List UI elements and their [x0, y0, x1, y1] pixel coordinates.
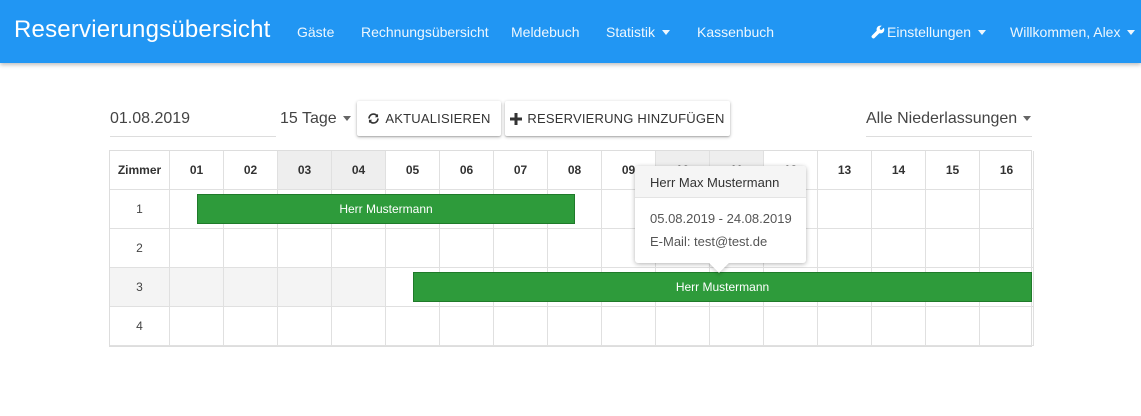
add-reservation-label: RESERVIERUNG HINZUFÜGEN	[527, 111, 725, 126]
user-menu[interactable]: Willkommen, Alex	[1010, 24, 1136, 40]
room-column-header: Zimmer	[110, 151, 170, 190]
chevron-down-icon	[662, 30, 671, 35]
chevron-down-icon	[1127, 30, 1136, 35]
tooltip-dates: 05.08.2019 - 24.08.2019	[650, 211, 792, 226]
branch-select[interactable]: Alle Niederlassungen	[866, 101, 1032, 137]
day-column-header: 02	[224, 151, 278, 190]
day-column-header: 01	[170, 151, 224, 190]
day-slot[interactable]	[656, 307, 710, 346]
user-menu-label: Willkommen, Alex	[1010, 24, 1121, 40]
day-slot[interactable]	[764, 307, 818, 346]
day-slot[interactable]	[386, 307, 440, 346]
day-slot[interactable]	[170, 229, 224, 268]
reservation-grid: Zimmer0102030405060708091011121314151612…	[109, 150, 1034, 347]
tooltip-email: E-Mail: test@test.de	[650, 234, 768, 249]
nav-item-rechnungsuebersicht[interactable]: Rechnungsübersicht	[361, 24, 489, 40]
day-slot[interactable]	[494, 307, 548, 346]
day-column-header: 05	[386, 151, 440, 190]
day-slot[interactable]	[548, 229, 602, 268]
day-slot[interactable]	[170, 307, 224, 346]
app-title[interactable]: Reservierungsübersicht	[14, 16, 271, 44]
day-slot[interactable]	[494, 229, 548, 268]
booking-bar[interactable]: Herr Mustermann	[197, 194, 575, 224]
room-row-label: 2	[110, 229, 170, 268]
day-slot[interactable]	[926, 229, 980, 268]
day-slot[interactable]	[818, 190, 872, 229]
day-slot[interactable]	[278, 229, 332, 268]
wrench-icon	[871, 25, 885, 39]
day-column-header: 03	[278, 151, 332, 190]
days-range-value: 15 Tage	[280, 110, 337, 127]
day-slot[interactable]	[980, 307, 1034, 346]
day-slot[interactable]	[278, 268, 332, 307]
add-reservation-button[interactable]: RESERVIERUNG HINZUFÜGEN	[505, 101, 730, 136]
day-slot[interactable]	[224, 307, 278, 346]
day-column-header: 13	[818, 151, 872, 190]
nav-item-kassenbuch[interactable]: Kassenbuch	[697, 24, 774, 40]
day-slot[interactable]	[926, 307, 980, 346]
day-column-header: 15	[926, 151, 980, 190]
day-slot[interactable]	[440, 229, 494, 268]
room-row-label: 1	[110, 190, 170, 229]
chevron-down-icon	[342, 116, 351, 121]
chevron-down-icon	[1023, 116, 1032, 121]
day-slot[interactable]	[224, 229, 278, 268]
nav-item-meldebuch[interactable]: Meldebuch	[511, 24, 580, 40]
day-slot[interactable]	[386, 229, 440, 268]
day-slot[interactable]	[170, 268, 224, 307]
day-slot[interactable]	[332, 307, 386, 346]
day-slot[interactable]	[224, 268, 278, 307]
day-slot[interactable]	[332, 268, 386, 307]
refresh-button[interactable]: AKTUALISIEREN	[357, 101, 501, 136]
branch-select-value: Alle Niederlassungen	[866, 110, 1018, 127]
day-slot[interactable]	[980, 229, 1034, 268]
day-slot[interactable]	[872, 190, 926, 229]
room-row-label: 3	[110, 268, 170, 307]
top-navbar: Reservierungsübersicht Gäste Rechnungsüb…	[0, 0, 1141, 63]
nav-item-einstellungen[interactable]: Einstellungen	[871, 24, 987, 40]
day-slot[interactable]	[602, 307, 656, 346]
day-slot[interactable]	[926, 190, 980, 229]
day-slot[interactable]	[278, 307, 332, 346]
day-slot[interactable]	[440, 307, 494, 346]
nav-item-einstellungen-label: Einstellungen	[887, 24, 972, 40]
day-column-header: 14	[872, 151, 926, 190]
nav-item-statistik[interactable]: Statistik	[606, 24, 671, 40]
refresh-icon	[367, 112, 380, 125]
booking-bar[interactable]: Herr Mustermann	[413, 272, 1032, 302]
days-range-select[interactable]: 15 Tage	[280, 101, 352, 137]
room-row-label: 4	[110, 307, 170, 346]
day-column-header: 08	[548, 151, 602, 190]
day-slot[interactable]	[872, 307, 926, 346]
day-column-header: 04	[332, 151, 386, 190]
day-column-header: 07	[494, 151, 548, 190]
chevron-down-icon	[978, 30, 987, 35]
day-slot[interactable]	[980, 190, 1034, 229]
nav-item-gaeste[interactable]: Gäste	[297, 24, 334, 40]
day-slot[interactable]	[818, 307, 872, 346]
tooltip-title: Herr Max Mustermann	[635, 166, 806, 198]
day-slot[interactable]	[710, 307, 764, 346]
nav-item-statistik-label: Statistik	[606, 24, 656, 40]
booking-tooltip: Herr Max Mustermann 05.08.2019 - 24.08.2…	[635, 166, 806, 273]
day-slot[interactable]	[548, 307, 602, 346]
day-column-header: 06	[440, 151, 494, 190]
refresh-label: AKTUALISIEREN	[385, 111, 491, 126]
plus-icon	[510, 112, 523, 125]
start-date-input[interactable]: 01.08.2019	[110, 101, 276, 137]
day-slot[interactable]	[872, 229, 926, 268]
day-slot[interactable]	[332, 229, 386, 268]
day-slot[interactable]	[818, 229, 872, 268]
day-column-header: 16	[980, 151, 1034, 190]
